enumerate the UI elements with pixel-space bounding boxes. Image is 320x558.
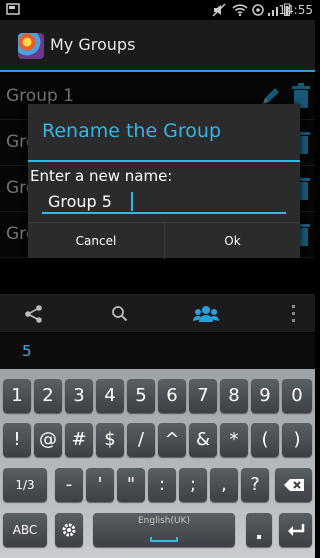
- group-people-icon[interactable]: [193, 304, 219, 328]
- key[interactable]: !: [3, 423, 31, 457]
- key[interactable]: &: [189, 423, 217, 457]
- dialog-title: Rename the Group: [42, 120, 222, 142]
- key[interactable]: ": [117, 468, 145, 502]
- key[interactable]: (: [251, 423, 279, 457]
- key[interactable]: 1: [3, 379, 31, 413]
- key[interactable]: *: [220, 423, 248, 457]
- mute-icon: [212, 3, 226, 17]
- keyboard-suggestion-strip: 5: [0, 333, 315, 369]
- app-title: My Groups: [50, 35, 136, 54]
- key[interactable]: @: [34, 423, 62, 457]
- soft-keyboard: 1 2 3 4 5 6 7 8 9 0 ! @ # $ / ^ & * ( ) …: [0, 369, 315, 558]
- key-page-indicator[interactable]: 1/3: [3, 468, 47, 502]
- app-logo-icon[interactable]: [18, 33, 44, 59]
- ok-button[interactable]: Ok: [165, 223, 300, 259]
- dialog-title-divider: [28, 160, 300, 162]
- key[interactable]: ': [86, 468, 114, 502]
- period-key[interactable]: [246, 513, 272, 547]
- status-clock: 14:55: [278, 3, 313, 17]
- key[interactable]: 4: [96, 379, 124, 413]
- gear-icon: [62, 523, 76, 537]
- bottom-toolbar: [0, 294, 315, 332]
- space-bar-icon: [150, 537, 178, 542]
- rename-dialog: Rename the Group Enter a new name: Cance…: [28, 104, 300, 259]
- key[interactable]: ,: [210, 468, 238, 502]
- suggestion-item[interactable]: 5: [22, 341, 32, 361]
- key[interactable]: ;: [179, 468, 207, 502]
- abc-key[interactable]: ABC: [3, 513, 47, 547]
- text-caret: [131, 192, 133, 211]
- key[interactable]: -: [55, 468, 83, 502]
- key[interactable]: $: [96, 423, 124, 457]
- enter-icon: [287, 524, 304, 536]
- search-icon[interactable]: [111, 305, 128, 326]
- key[interactable]: 6: [158, 379, 186, 413]
- action-bar: My Groups: [0, 20, 315, 72]
- cancel-button[interactable]: Cancel: [28, 223, 164, 259]
- period-icon: [257, 535, 261, 539]
- group-name-input[interactable]: [42, 190, 286, 214]
- key[interactable]: 8: [220, 379, 248, 413]
- wifi-icon: [232, 3, 248, 17]
- key[interactable]: /: [127, 423, 155, 457]
- backspace-key[interactable]: [275, 468, 312, 502]
- key[interactable]: ?: [241, 468, 269, 502]
- key[interactable]: 9: [251, 379, 279, 413]
- sync-icon: [251, 3, 265, 17]
- key[interactable]: 5: [127, 379, 155, 413]
- status-bar: 14:55: [0, 0, 315, 20]
- backspace-icon: [283, 479, 304, 491]
- key[interactable]: 2: [34, 379, 62, 413]
- key[interactable]: 7: [189, 379, 217, 413]
- space-language-label: English(UK): [137, 516, 190, 526]
- dialog-button-bar: Cancel Ok: [28, 222, 300, 259]
- screenshot-icon: [6, 3, 20, 17]
- key[interactable]: #: [65, 423, 93, 457]
- dialog-prompt: Enter a new name:: [30, 167, 173, 185]
- key[interactable]: ^: [158, 423, 186, 457]
- key[interactable]: 0: [282, 379, 312, 413]
- settings-key[interactable]: [55, 513, 83, 547]
- overflow-menu-icon[interactable]: [291, 304, 297, 328]
- enter-key[interactable]: [279, 513, 312, 547]
- share-icon[interactable]: [24, 304, 44, 328]
- key[interactable]: 3: [65, 379, 93, 413]
- key[interactable]: :: [148, 468, 176, 502]
- space-key[interactable]: English(UK): [93, 513, 235, 547]
- key[interactable]: ): [282, 423, 312, 457]
